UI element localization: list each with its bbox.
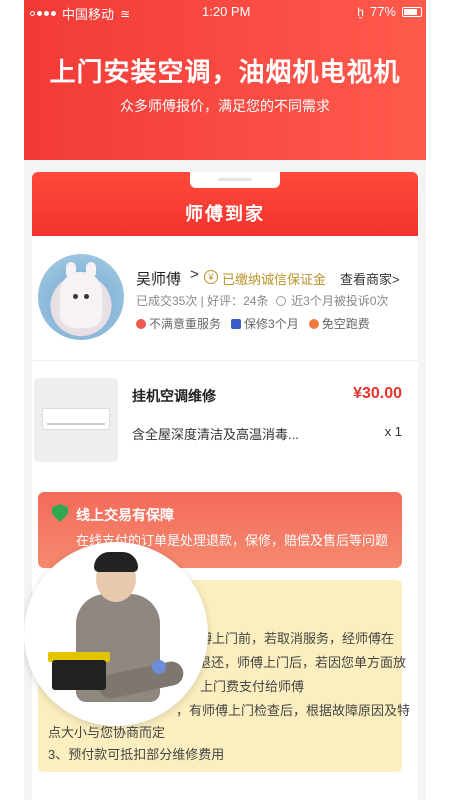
hero-title: 上门安装空调，油烟机电视机 <box>49 57 401 87</box>
service-price: ¥30.00 <box>353 385 402 402</box>
battery-icon <box>402 6 422 17</box>
service-tags: 不满意重服务 保修3个月 免空跑费 <box>136 315 370 332</box>
notice-line: 上门费支付给师傅 <box>200 679 305 694</box>
worker-photo <box>24 542 208 726</box>
deposit-label: 已缴纳诚信保证金 <box>222 272 327 287</box>
battery-percent: 77% <box>369 4 396 19</box>
notice-line: 师傅上门前，若取消服务，经师傅在 <box>186 631 395 646</box>
band-notch <box>190 172 280 188</box>
heart-icon <box>136 318 146 329</box>
master-name[interactable]: 吴师傅 <box>136 268 181 289</box>
hero-subtitle: 众多师傅报价，满足您的不同需求 <box>120 98 330 114</box>
notice-line: ，有师傅上门检查后，根据故障原因及特 <box>176 703 411 718</box>
air-conditioner-image <box>42 408 110 430</box>
master-avatar[interactable] <box>38 254 124 340</box>
worker-hair <box>94 552 138 572</box>
coin-icon <box>308 318 319 329</box>
view-shop-link[interactable]: 查看商家> <box>340 269 400 288</box>
right-margin <box>426 0 450 800</box>
master-stats: 已成交35次 | 好评：24条 近3个月被投诉0次 <box>136 292 389 309</box>
service-quantity: x 1 <box>384 424 402 439</box>
complaint-stats: 近3个月被投诉0次 <box>291 294 389 308</box>
carrier-group: 中国移动 ≊ <box>30 4 130 23</box>
shield-check-icon <box>52 504 68 522</box>
deal-stats: 已成交35次 | 好评：24条 <box>136 294 269 308</box>
service-description: 含全屋深度清洁及高温消毒... <box>132 427 299 442</box>
left-margin <box>0 0 24 800</box>
tag-redo-service: 不满意重服务 <box>136 315 221 332</box>
chevron-right-icon[interactable]: > <box>190 266 199 283</box>
status-right: ḫ 77% <box>357 4 422 19</box>
notice-line: 退还，师傅上门后，若因您单方面放 <box>198 655 407 670</box>
band-title: 师傅到家 <box>185 204 265 224</box>
service-thumbnail[interactable] <box>34 378 118 462</box>
bluetooth-icon: ḫ <box>357 4 364 19</box>
carrier-label: 中国移动 <box>62 7 115 22</box>
tag-no-fee: 免空跑费 <box>308 315 370 332</box>
service-title[interactable]: 挂机空调维修 <box>132 386 216 406</box>
clock-icon <box>275 296 286 306</box>
worker-glove <box>152 660 166 674</box>
guarantee-title: 线上交易有保障 <box>76 507 174 523</box>
signal-icon <box>30 11 56 16</box>
header-banner: 中国移动 ≊ 1:20 PM ḫ 77% 上门安装空调，油烟机电视机 众多师傅报… <box>24 0 426 160</box>
status-bar: 中国移动 ≊ 1:20 PM ḫ 77% <box>24 0 426 24</box>
clock: 1:20 PM <box>202 4 251 19</box>
wifi-icon: ≊ <box>120 6 131 21</box>
tag-label: 不满意重服务 <box>149 317 222 331</box>
notice-line: 3、预付款可抵扣部分维修费用 <box>48 747 225 762</box>
phone-screen: 中国移动 ≊ 1:20 PM ḫ 77% 上门安装空调，油烟机电视机 众多师傅报… <box>24 0 426 800</box>
tag-label: 免空跑费 <box>321 317 370 331</box>
tag-label: 保修3个月 <box>244 317 299 331</box>
toolbox <box>52 660 106 690</box>
yen-badge-icon: ¥ <box>204 270 218 284</box>
divider <box>32 360 418 361</box>
tag-warranty: 保修3个月 <box>231 315 299 332</box>
avatar-figure <box>60 262 102 328</box>
shield-icon <box>231 318 242 329</box>
